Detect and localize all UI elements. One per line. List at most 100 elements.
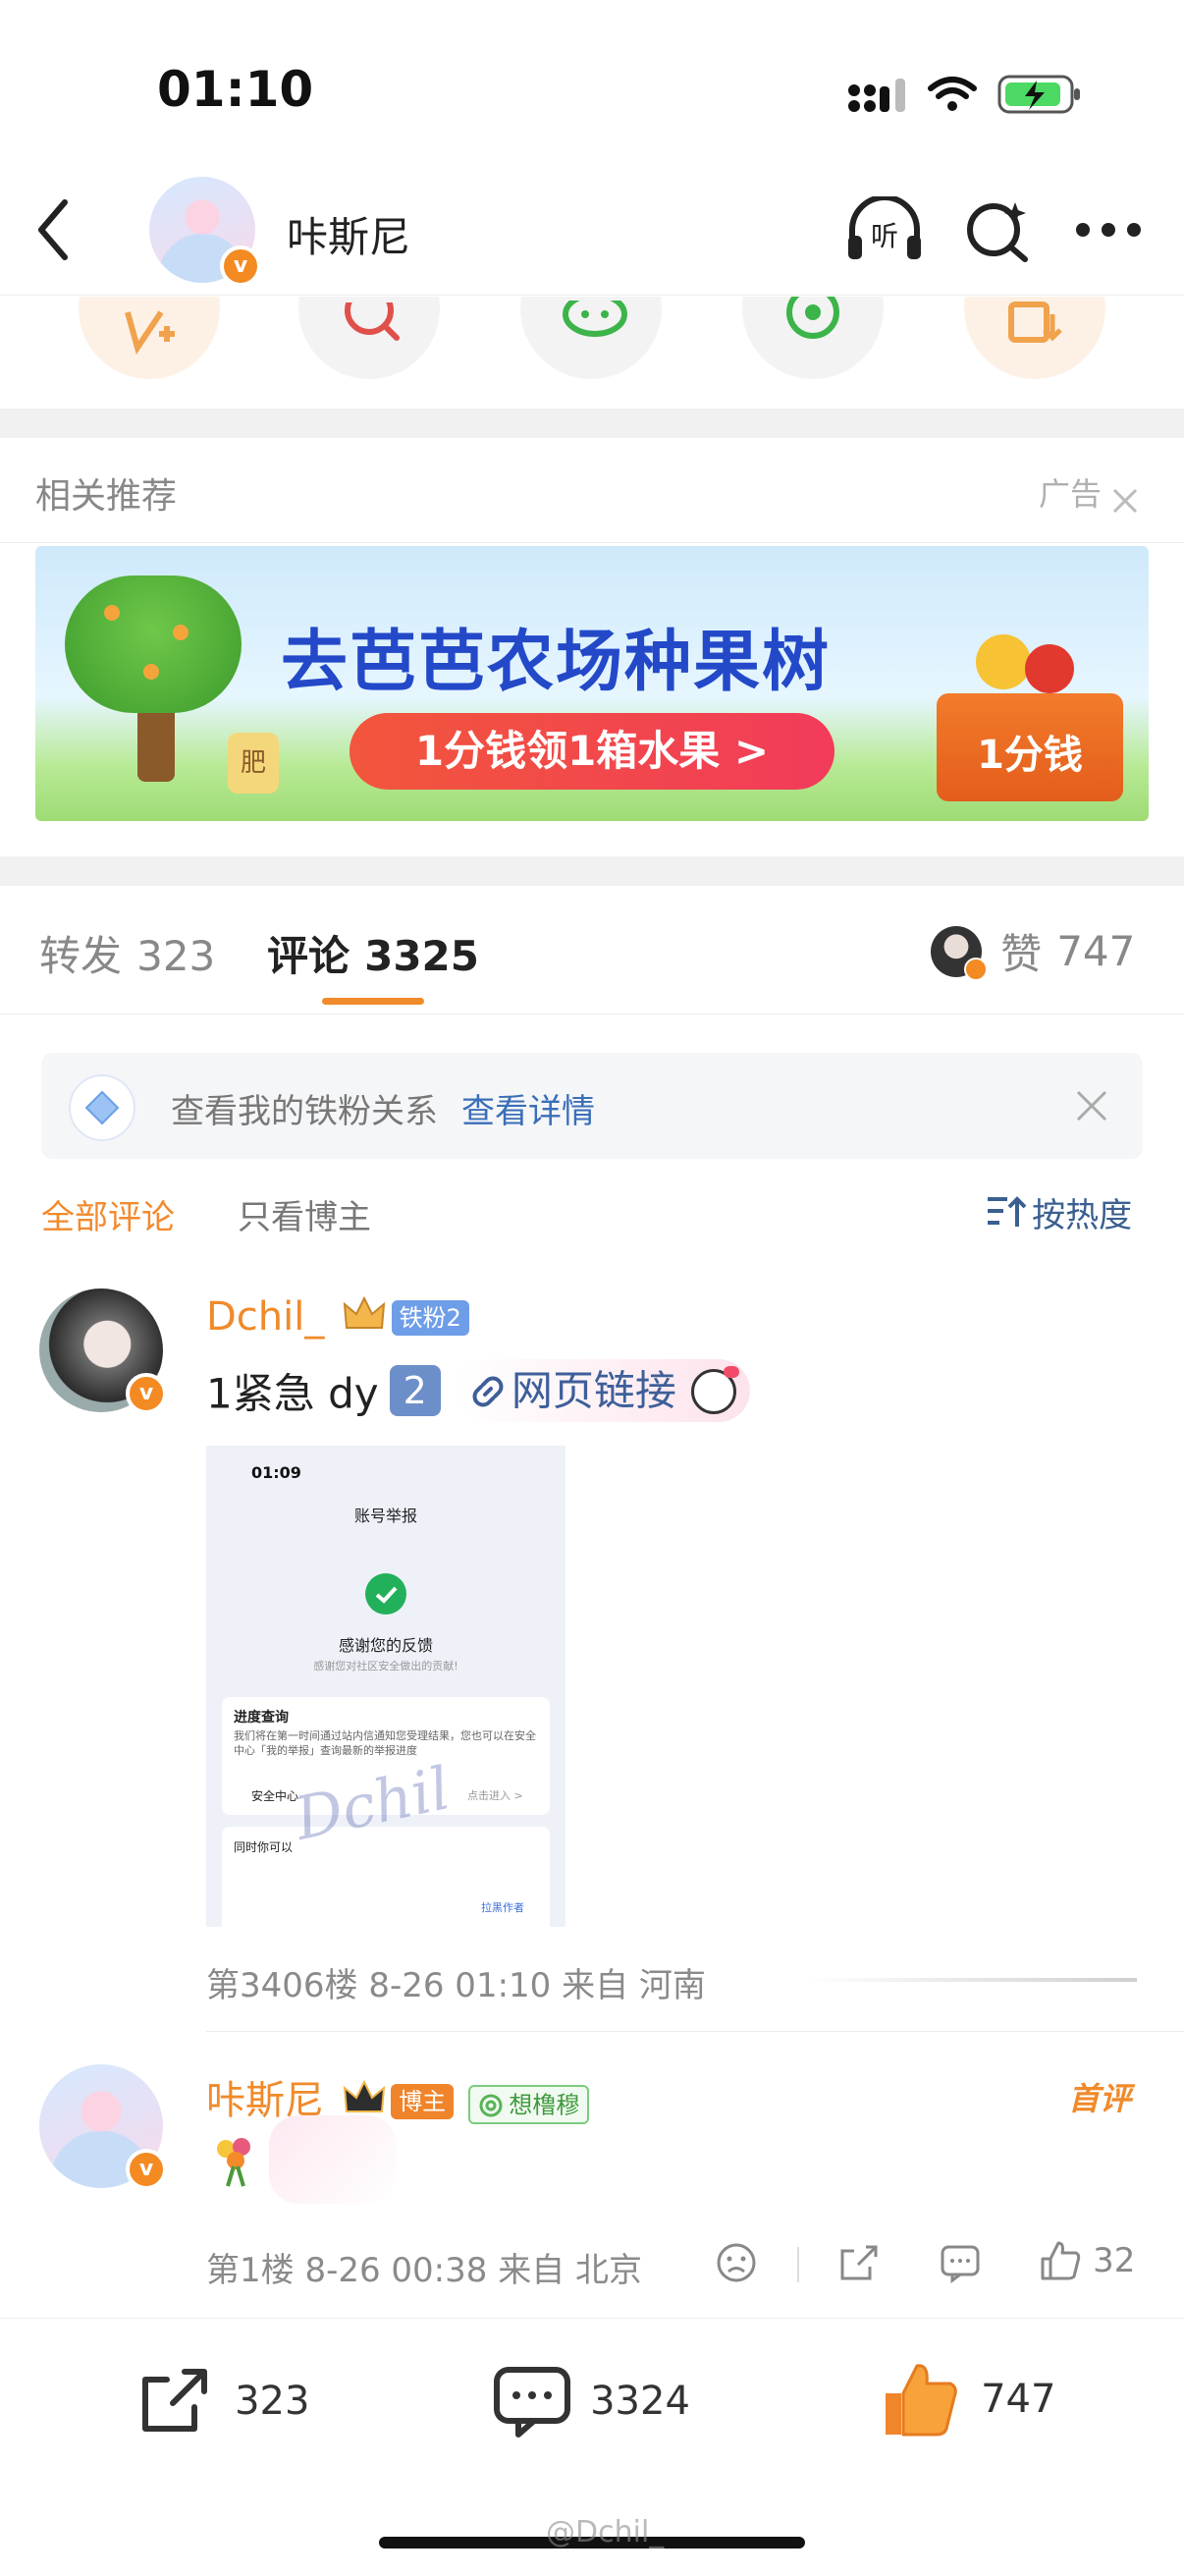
save-image-button[interactable] — [964, 297, 1105, 379]
search-circle-button[interactable] — [298, 297, 440, 379]
dislike-icon[interactable] — [715, 2241, 758, 2284]
commenter-avatar[interactable]: v — [39, 2064, 167, 2190]
topic-badge: 想橹穆 — [468, 2085, 590, 2124]
sort-label: 按热度 — [1032, 1196, 1133, 1235]
moments-button[interactable] — [742, 297, 884, 379]
tree-illustration — [55, 566, 251, 811]
comment-username[interactable]: Dchil_ — [206, 1294, 324, 1340]
tab-like-count: 747 — [1056, 927, 1136, 975]
banner-cta-button[interactable]: 1分钱领1箱水果 > — [350, 713, 834, 790]
signal-icon — [846, 77, 909, 116]
sort-hot-button[interactable]: 按热度 — [986, 1188, 1132, 1236]
close-icon — [1113, 488, 1138, 513]
tip-detail-link[interactable]: 查看详情 — [461, 1084, 595, 1132]
filter-only-owner[interactable]: 只看博主 — [238, 1190, 371, 1238]
tab-repost-label: 转发 — [39, 932, 123, 980]
tab-repost[interactable]: 转发 323 — [39, 923, 215, 983]
tip-text: 查看我的铁粉关系 — [171, 1092, 438, 1131]
comment-icon — [494, 2367, 570, 2438]
tab-active-indicator — [322, 998, 424, 1005]
link-icon — [472, 1376, 504, 1406]
shot-progress-title: 进度查询 — [234, 1710, 289, 1726]
wifi-icon — [927, 75, 978, 114]
kitty-sticker-icon — [690, 1365, 739, 1414]
link-text: 网页链接 — [511, 1366, 676, 1415]
verified-badge-icon: v — [220, 246, 261, 287]
spiral-icon — [479, 2094, 503, 2116]
tab-like[interactable]: 赞 747 — [931, 921, 1135, 981]
comment-meta: 第1楼 8-26 00:38 来自 北京 — [206, 2251, 643, 2290]
like-button[interactable]: 32 — [1039, 2239, 1135, 2282]
bottom-repost-button[interactable]: 323 — [137, 2364, 309, 2439]
liker-avatar — [931, 925, 988, 981]
tip-close-button[interactable] — [1072, 1086, 1111, 1125]
image-watermark: @Dchil_ — [546, 2515, 665, 2549]
shot-block: 拉黑作者 — [481, 1901, 524, 1914]
shot-title: 账号举报 — [353, 1507, 417, 1525]
action-row — [0, 297, 1184, 379]
comment-item: v Dchil_ 铁粉2 1紧急 dy 2 网页链接 01:09 账号举报 感谢… — [0, 1277, 1184, 2005]
thumbs-up-icon — [1041, 2241, 1081, 2280]
shot-progress-text: 我们将在第一时间通过站内信通知您受理结果，您也可以在安全中心「我的举报」查询最新… — [234, 1729, 536, 1757]
sticker-bubble — [269, 2115, 397, 2204]
thumbs-up-filled-icon — [886, 2364, 957, 2437]
tab-repost-count: 323 — [136, 932, 216, 980]
search-icon[interactable] — [964, 196, 1033, 265]
verified-badge-icon: v — [126, 2149, 167, 2190]
banner-badge: 1分钱 — [977, 733, 1083, 778]
battery-icon — [997, 73, 1082, 116]
reply-icon[interactable] — [939, 2241, 982, 2284]
filter-all-comments[interactable]: 全部评论 — [41, 1190, 175, 1238]
web-link[interactable]: 网页链接 — [455, 1359, 750, 1422]
topic-label: 想橹穆 — [509, 2091, 580, 2119]
shot-also: 同时你可以 — [234, 1840, 294, 1854]
ad-close-button[interactable]: 广告 — [1039, 469, 1140, 516]
fertilizer-bag: 肥 — [228, 733, 279, 794]
diamond-icon — [69, 1074, 135, 1141]
more-icon[interactable] — [1074, 218, 1143, 242]
first-comment-label: 首评 — [1068, 2080, 1132, 2117]
bottom-like-button[interactable]: 747 — [880, 2358, 1055, 2440]
number-badge: 2 — [389, 1365, 441, 1416]
back-button[interactable] — [33, 196, 73, 265]
repost-icon — [142, 2369, 207, 2432]
tab-like-label: 赞 — [1000, 930, 1043, 978]
ad-label: 广告 — [1039, 475, 1103, 513]
comment-meta: 第3406楼 8-26 01:10 来自 河南 — [206, 1966, 706, 2005]
tab-comment-label: 评论 — [267, 932, 350, 980]
shot-sub: 感谢您对社区安全做出的贡献! — [313, 1660, 458, 1672]
banner-title: 去芭芭农场种果树 — [281, 624, 832, 701]
crown-icon — [343, 1295, 386, 1334]
share-icon[interactable] — [836, 2241, 880, 2284]
bottom-comment-button[interactable]: 3324 — [493, 2364, 690, 2439]
shot-also-card: 同时你可以 拉黑作者 — [222, 1827, 550, 1927]
comment-item: v 咔斯尼 博主 想橹穆 首评 第1楼 8-26 00:38 来自 北京 32 — [0, 2055, 1184, 2310]
listen-icon[interactable]: 听 — [844, 194, 925, 265]
like-count: 32 — [1093, 2241, 1136, 2280]
status-time: 01:10 — [157, 61, 314, 118]
close-icon — [1076, 1090, 1107, 1122]
iron-fan-badge: 铁粉2 — [391, 1300, 469, 1336]
fruit-box: 1分钱 — [937, 634, 1123, 801]
recommend-title: 相关推荐 — [35, 476, 178, 517]
sort-icon — [988, 1195, 1027, 1227]
owner-badge: 博主 — [391, 2084, 455, 2119]
ad-banner[interactable]: 肥 去芭芭农场种果树 1分钱领1箱水果 > 1分钱 — [35, 546, 1149, 821]
verified-badge-icon: v — [126, 1373, 167, 1414]
header-avatar[interactable]: v — [149, 177, 261, 287]
compose-button[interactable] — [79, 297, 220, 379]
svg-text:听: 听 — [871, 220, 898, 252]
tab-comment[interactable]: 评论 3325 — [267, 923, 479, 983]
check-icon — [365, 1573, 406, 1615]
wechat-button[interactable] — [520, 297, 662, 379]
bottom-action-bar: 323 3324 747 @Dchil_ — [0, 2318, 1184, 2576]
iron-fan-tip: 查看我的铁粉关系 查看详情 — [41, 1053, 1143, 1159]
commenter-avatar[interactable]: v — [39, 1288, 167, 1414]
shot-time: 01:09 — [251, 1463, 301, 1482]
shot-thanks: 感谢您的反馈 — [338, 1636, 433, 1655]
flower-sticker-icon — [206, 2131, 265, 2190]
header-account-name[interactable]: 咔斯尼 — [287, 204, 410, 264]
comment-image[interactable]: 01:09 账号举报 感谢您的反馈 感谢您对社区安全做出的贡献! 进度查询 我们… — [206, 1446, 565, 1927]
bottom-comment-count: 3324 — [590, 2379, 690, 2424]
meta-fade-line — [805, 1978, 1137, 1982]
